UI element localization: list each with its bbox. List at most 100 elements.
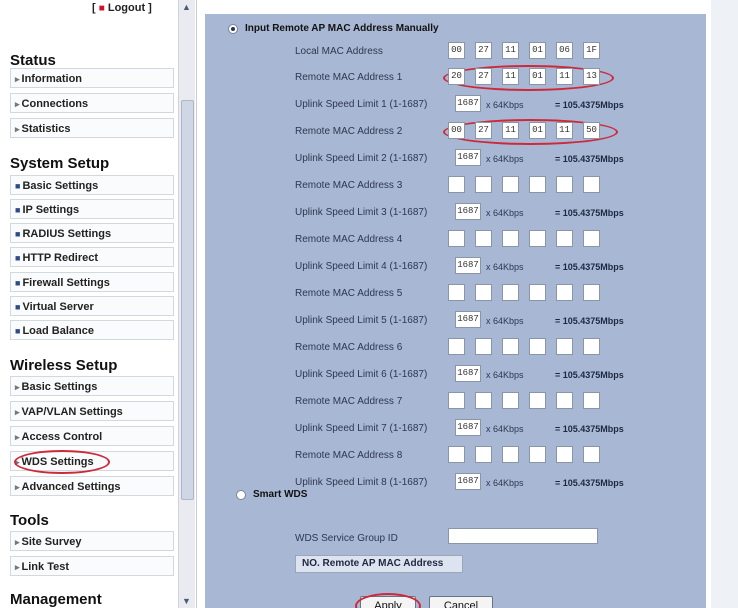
sidebar-item-firewall-settings[interactable]: ■ Firewall Settings xyxy=(10,272,174,292)
remote-mac-5-octet-6[interactable] xyxy=(583,284,600,301)
remote-mac-5-octet-4[interactable] xyxy=(529,284,546,301)
sidebar-item-load-balance[interactable]: ■ Load Balance xyxy=(10,320,174,340)
remote-mac-8-octet-1[interactable] xyxy=(448,446,465,463)
apply-button[interactable]: Apply xyxy=(360,596,416,608)
remote-mac-8-octet-3[interactable] xyxy=(502,446,519,463)
remote-mac-6-octet-4[interactable] xyxy=(529,338,546,355)
square-bullet-icon: ■ xyxy=(15,302,21,312)
uplink-speed-4-label: Uplink Speed Limit 4 (1-1687) xyxy=(295,261,428,272)
remote-mac-1-octet-4[interactable]: 01 xyxy=(529,68,546,85)
arrow-icon: ▸ xyxy=(15,562,20,572)
remote-mac-3-octet-3[interactable] xyxy=(502,176,519,193)
remote-mac-3-octet-5[interactable] xyxy=(556,176,573,193)
remote-mac-5-octet-3[interactable] xyxy=(502,284,519,301)
scrollbar-thumb[interactable] xyxy=(181,100,194,500)
remote-mac-6-octet-3[interactable] xyxy=(502,338,519,355)
uplink-speed-6-input[interactable]: 1687 xyxy=(455,365,481,382)
remote-mac-2-octet-4[interactable]: 01 xyxy=(529,122,546,139)
remote-mac-1-octet-5[interactable]: 11 xyxy=(556,68,573,85)
remote-mac-7-octet-1[interactable] xyxy=(448,392,465,409)
remote-mac-7-octet-4[interactable] xyxy=(529,392,546,409)
remote-mac-6-octet-2[interactable] xyxy=(475,338,492,355)
sidebar-item-wireless-basic-settings[interactable]: ▸ Basic Settings xyxy=(10,376,174,396)
remote-mac-2-octet-1[interactable]: 00 xyxy=(448,122,465,139)
remote-mac-8-octet-6[interactable] xyxy=(583,446,600,463)
sidebar-item-statistics[interactable]: ▸ Statistics xyxy=(10,118,174,138)
sidebar-item-site-survey[interactable]: ▸ Site Survey xyxy=(10,531,174,551)
remote-mac-3-octet-4[interactable] xyxy=(529,176,546,193)
sidebar-item-advanced-settings[interactable]: ▸ Advanced Settings xyxy=(10,476,174,496)
uplink-speed-5-input[interactable]: 1687 xyxy=(455,311,481,328)
section-title-management: Management xyxy=(10,591,102,608)
remote-mac-2-octet-2[interactable]: 27 xyxy=(475,122,492,139)
remote-mac-1-octet-1[interactable]: 20 xyxy=(448,68,465,85)
remote-mac-7-octet-2[interactable] xyxy=(475,392,492,409)
sidebar-item-information[interactable]: ▸ Information xyxy=(10,68,174,88)
remote-mac-6-octet-6[interactable] xyxy=(583,338,600,355)
remote-mac-2-octet-5[interactable]: 11 xyxy=(556,122,573,139)
sidebar-item-vap-vlan-settings[interactable]: ▸ VAP/VLAN Settings xyxy=(10,401,174,421)
remote-mac-4-octet-2[interactable] xyxy=(475,230,492,247)
remote-mac-3-octet-2[interactable] xyxy=(475,176,492,193)
sidebar-scrollbar[interactable]: ▲ ▼ xyxy=(178,0,195,608)
remote-mac-1-octet-2[interactable]: 27 xyxy=(475,68,492,85)
sidebar-item-basic-settings[interactable]: ■ Basic Settings xyxy=(10,175,174,195)
sidebar-item-link-test[interactable]: ▸ Link Test xyxy=(10,556,174,576)
remote-mac-4-octet-4[interactable] xyxy=(529,230,546,247)
remote-mac-2-octet-6[interactable]: 50 xyxy=(583,122,600,139)
local-mac-label: Local MAC Address xyxy=(295,46,383,57)
remote-mac-2-octet-3[interactable]: 11 xyxy=(502,122,519,139)
remote-mac-4-octet-5[interactable] xyxy=(556,230,573,247)
section-title-system-setup: System Setup xyxy=(10,155,110,172)
uplink-speed-1-input[interactable]: 1687 xyxy=(455,95,481,112)
remote-mac-1-octet-6[interactable]: 13 xyxy=(583,68,600,85)
remote-mac-8-octet-5[interactable] xyxy=(556,446,573,463)
uplink-speed-8-input[interactable]: 1687 xyxy=(455,473,481,490)
cancel-button[interactable]: Cancel xyxy=(429,596,493,608)
wds-group-id-input[interactable] xyxy=(448,528,598,544)
section-title-wireless-setup: Wireless Setup xyxy=(10,357,118,374)
arrow-icon: ▸ xyxy=(15,124,20,134)
uplink-speed-2-input[interactable]: 1687 xyxy=(455,149,481,166)
sidebar-item-virtual-server[interactable]: ■ Virtual Server xyxy=(10,296,174,316)
local-mac-octet-5[interactable]: 06 xyxy=(556,42,573,59)
local-mac-octet-2[interactable]: 27 xyxy=(475,42,492,59)
local-mac-octet-1[interactable]: 00 xyxy=(448,42,465,59)
sidebar-item-radius-settings[interactable]: ■ RADIUS Settings xyxy=(10,223,174,243)
remote-mac-7-octet-3[interactable] xyxy=(502,392,519,409)
remote-mac-6-octet-5[interactable] xyxy=(556,338,573,355)
local-mac-octet-3[interactable]: 11 xyxy=(502,42,519,59)
scroll-up-icon[interactable]: ▲ xyxy=(182,2,191,12)
sidebar-item-wds-settings[interactable]: ▸ WDS Settings xyxy=(10,451,174,471)
remote-mac-1-octet-3[interactable]: 11 xyxy=(502,68,519,85)
sidebar-item-connections[interactable]: ▸ Connections xyxy=(10,93,174,113)
remote-mac-4-octet-6[interactable] xyxy=(583,230,600,247)
remote-mac-5-octet-5[interactable] xyxy=(556,284,573,301)
uplink-speed-2-unit: x 64Kbps xyxy=(486,154,524,164)
remote-mac-7-octet-5[interactable] xyxy=(556,392,573,409)
top-bar xyxy=(197,0,711,14)
remote-mac-5-octet-2[interactable] xyxy=(475,284,492,301)
smart-wds-radio[interactable] xyxy=(236,490,246,500)
remote-mac-8-octet-4[interactable] xyxy=(529,446,546,463)
remote-mac-4-octet-1[interactable] xyxy=(448,230,465,247)
remote-mac-8-octet-2[interactable] xyxy=(475,446,492,463)
remote-mac-3-octet-6[interactable] xyxy=(583,176,600,193)
logout-link[interactable]: [ ■ Logout ] xyxy=(92,2,152,14)
manual-mac-radio[interactable] xyxy=(228,24,238,34)
sidebar-item-access-control[interactable]: ▸ Access Control xyxy=(10,426,174,446)
uplink-speed-4-input[interactable]: 1687 xyxy=(455,257,481,274)
remote-mac-7-octet-6[interactable] xyxy=(583,392,600,409)
sidebar-item-ip-settings[interactable]: ■ IP Settings xyxy=(10,199,174,219)
section-title-tools: Tools xyxy=(10,512,49,529)
scroll-down-icon[interactable]: ▼ xyxy=(182,596,191,606)
remote-mac-6-octet-1[interactable] xyxy=(448,338,465,355)
sidebar-item-http-redirect[interactable]: ■ HTTP Redirect xyxy=(10,247,174,267)
uplink-speed-3-input[interactable]: 1687 xyxy=(455,203,481,220)
remote-mac-3-octet-1[interactable] xyxy=(448,176,465,193)
remote-mac-5-octet-1[interactable] xyxy=(448,284,465,301)
local-mac-octet-4[interactable]: 01 xyxy=(529,42,546,59)
remote-mac-4-octet-3[interactable] xyxy=(502,230,519,247)
local-mac-octet-6[interactable]: 1F xyxy=(583,42,600,59)
uplink-speed-7-input[interactable]: 1687 xyxy=(455,419,481,436)
